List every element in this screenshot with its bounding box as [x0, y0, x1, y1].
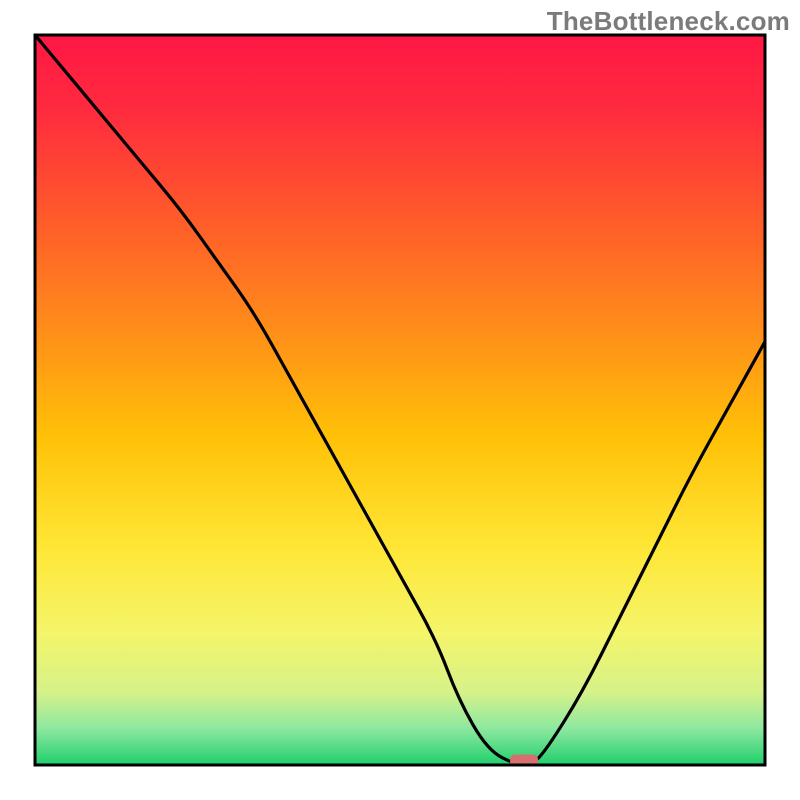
watermark-label: TheBottleneck.com	[547, 6, 790, 37]
plot-background	[35, 35, 765, 765]
bottleneck-chart	[0, 0, 800, 800]
chart-container: TheBottleneck.com	[0, 0, 800, 800]
